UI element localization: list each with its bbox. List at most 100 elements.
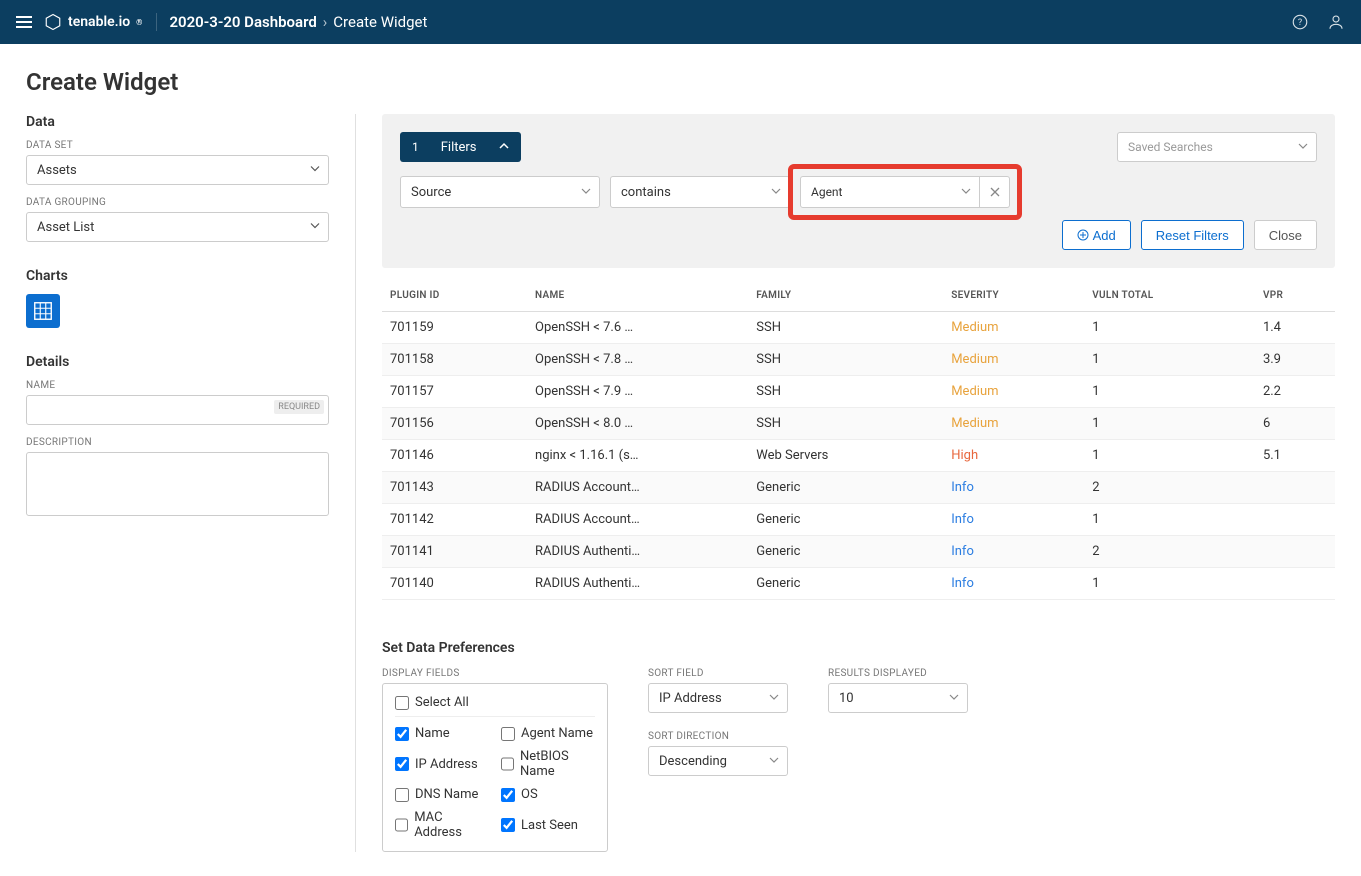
table-row[interactable]: 701141 RADIUS Authenti… Generic Info 2	[382, 536, 1335, 568]
col-name[interactable]: NAME	[527, 280, 748, 312]
col-vpr[interactable]: VPR	[1255, 280, 1335, 312]
field-label: NetBIOS Name	[520, 749, 595, 779]
field-checkbox[interactable]	[501, 788, 515, 802]
filter-operator-select[interactable]: contains	[610, 176, 790, 208]
cell-vpr: 6	[1255, 408, 1335, 440]
field-label: Last Seen	[521, 818, 578, 833]
col-severity[interactable]: SEVERITY	[943, 280, 1084, 312]
user-icon[interactable]	[1327, 13, 1345, 31]
chevron-down-icon	[1298, 140, 1308, 154]
add-button-label: Add	[1093, 228, 1116, 243]
data-set-value: Assets	[37, 163, 77, 178]
table-row[interactable]: 701143 RADIUS Account… Generic Info 2	[382, 472, 1335, 504]
table-row[interactable]: 701156 OpenSSH < 8.0 … SSH Medium 1 6	[382, 408, 1335, 440]
cell-vpr	[1255, 504, 1335, 536]
field-label: OS	[521, 787, 538, 802]
cell-vpr: 1.4	[1255, 312, 1335, 344]
sort-direction-value: Descending	[659, 754, 727, 769]
menu-icon[interactable]	[16, 16, 32, 28]
add-filter-button[interactable]: Add	[1062, 220, 1131, 250]
field-checkbox[interactable]	[501, 818, 515, 832]
chevron-down-icon	[769, 754, 779, 769]
cell-severity: Info	[943, 568, 1084, 600]
data-grouping-value: Asset List	[37, 220, 94, 235]
help-icon[interactable]: ?	[1291, 13, 1309, 31]
filters-toggle[interactable]: 1 Filters	[400, 132, 521, 162]
field-checkbox[interactable]	[395, 757, 409, 771]
table-row[interactable]: 701146 nginx < 1.16.1 (s… Web Servers Hi…	[382, 440, 1335, 472]
cell-vpr: 5.1	[1255, 440, 1335, 472]
data-grouping-select[interactable]: Asset List	[26, 212, 329, 242]
select-all-checkbox[interactable]	[395, 696, 409, 710]
col-vuln-total[interactable]: VULN TOTAL	[1084, 280, 1255, 312]
field-option: IP Address	[395, 746, 489, 782]
cell-name: OpenSSH < 7.8 …	[527, 344, 748, 376]
field-label: Name	[415, 726, 450, 741]
filter-field-select[interactable]: Source	[400, 176, 600, 208]
chevron-down-icon	[769, 691, 779, 706]
col-family[interactable]: FAMILY	[748, 280, 943, 312]
cell-name: OpenSSH < 7.9 …	[527, 376, 748, 408]
col-plugin-id[interactable]: PLUGIN ID	[382, 280, 527, 312]
chevron-down-icon	[310, 163, 320, 178]
results-displayed-select[interactable]: 10	[828, 683, 968, 713]
data-set-select[interactable]: Assets	[26, 155, 329, 185]
charts-heading: Charts	[26, 268, 329, 284]
field-option: MAC Address	[395, 807, 489, 843]
cell-family: SSH	[748, 408, 943, 440]
breadcrumb-main[interactable]: 2020-3-20 Dashboard	[169, 13, 316, 31]
cell-family: Web Servers	[748, 440, 943, 472]
cell-family: Generic	[748, 536, 943, 568]
clear-filter-button[interactable]	[980, 176, 1010, 208]
chevron-down-icon	[949, 691, 959, 706]
field-checkbox[interactable]	[501, 757, 514, 771]
breadcrumb-sub: Create Widget	[333, 13, 427, 31]
filter-value-select[interactable]: Agent	[800, 176, 980, 208]
field-option: OS	[501, 784, 595, 805]
filter-operator-value: contains	[621, 185, 671, 200]
cell-family: SSH	[748, 344, 943, 376]
results-table: PLUGIN ID NAME FAMILY SEVERITY VULN TOTA…	[382, 280, 1335, 600]
close-filters-button[interactable]: Close	[1254, 220, 1317, 250]
field-option: Name	[395, 723, 489, 744]
cell-plugin-id: 701141	[382, 536, 527, 568]
chart-table-icon[interactable]	[26, 294, 60, 328]
results-displayed-value: 10	[839, 691, 854, 706]
sidebar: Data DATA SET Assets DATA GROUPING Asset…	[26, 114, 356, 852]
sort-field-value: IP Address	[659, 691, 722, 706]
hexagon-icon	[44, 13, 62, 31]
field-checkbox[interactable]	[501, 727, 515, 741]
cell-vpr	[1255, 568, 1335, 600]
logo[interactable]: tenable.io®	[44, 13, 157, 31]
cell-name: OpenSSH < 7.6 …	[527, 312, 748, 344]
sort-direction-select[interactable]: Descending	[648, 746, 788, 776]
field-checkbox[interactable]	[395, 818, 408, 832]
table-row[interactable]: 701142 RADIUS Account… Generic Info 1	[382, 504, 1335, 536]
cell-plugin-id: 701159	[382, 312, 527, 344]
cell-severity: High	[943, 440, 1084, 472]
filter-row: Source contains Agent	[400, 176, 1317, 208]
table-row[interactable]: 701157 OpenSSH < 7.9 … SSH Medium 1 2.2	[382, 376, 1335, 408]
details-heading: Details	[26, 354, 329, 370]
filters-panel: 1 Filters Saved Searches Source	[382, 114, 1335, 268]
cell-vuln-total: 1	[1084, 408, 1255, 440]
reset-filters-button[interactable]: Reset Filters	[1141, 220, 1244, 250]
table-row[interactable]: 701140 RADIUS Authenti… Generic Info 1	[382, 568, 1335, 600]
prefs-heading: Set Data Preferences	[382, 640, 1335, 656]
breadcrumb: 2020-3-20 Dashboard › Create Widget	[169, 13, 427, 31]
field-checkbox[interactable]	[395, 727, 409, 741]
main-content: 1 Filters Saved Searches Source	[356, 114, 1335, 852]
table-row[interactable]: 701158 OpenSSH < 7.8 … SSH Medium 1 3.9	[382, 344, 1335, 376]
cell-plugin-id: 701140	[382, 568, 527, 600]
field-option: Agent Name	[501, 723, 595, 744]
cell-plugin-id: 701146	[382, 440, 527, 472]
sort-field-select[interactable]: IP Address	[648, 683, 788, 713]
logo-text: tenable.io	[68, 14, 130, 30]
cell-severity: Medium	[943, 376, 1084, 408]
description-input[interactable]	[26, 452, 329, 516]
saved-searches-select[interactable]: Saved Searches	[1117, 132, 1317, 162]
svg-text:?: ?	[1298, 18, 1302, 28]
table-row[interactable]: 701159 OpenSSH < 7.6 … SSH Medium 1 1.4	[382, 312, 1335, 344]
cell-name: RADIUS Authenti…	[527, 536, 748, 568]
field-checkbox[interactable]	[395, 788, 409, 802]
